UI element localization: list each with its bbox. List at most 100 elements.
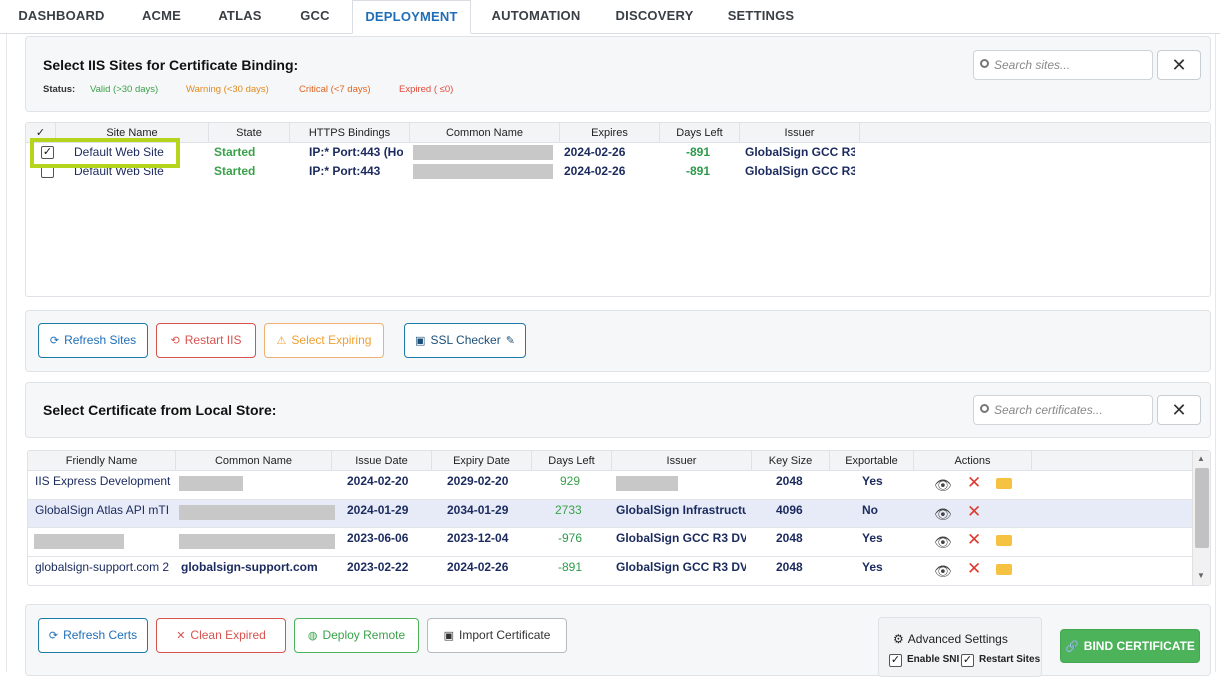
refresh-certs-button[interactable]: ⟳ Refresh Certs: [38, 618, 148, 653]
scroll-down-icon[interactable]: ▼: [1197, 571, 1205, 580]
deploy-remote-button[interactable]: ◍ Deploy Remote: [294, 618, 419, 653]
clear-certificates-search-button[interactable]: ✕: [1157, 395, 1201, 425]
view-icon[interactable]: 👁: [934, 478, 952, 492]
certificates-table: Friendly Name Common Name Issue Date Exp…: [27, 450, 1211, 586]
deployment-content: Select IIS Sites for Certificate Binding…: [6, 34, 1216, 677]
cert-expiry-date: 2029-02-20: [447, 474, 509, 488]
certificates-table-header: Friendly Name Common Name Issue Date Exp…: [28, 451, 1192, 471]
advanced-settings-box: ⚙ Advanced Settings ✓ Enable SNI ✓ Restar…: [878, 617, 1042, 677]
sites-table-header: ✓ Site Name State HTTPS Bindings Common …: [26, 123, 1210, 143]
status-warning: Warning (<30 days): [186, 84, 269, 95]
cert-friendly-name: GlobalSign Atlas API mTI: [35, 503, 170, 517]
col-key-size[interactable]: Key Size: [752, 451, 830, 471]
col-expires[interactable]: Expires: [560, 123, 660, 143]
status-expired: Expired ( ≤0): [399, 84, 454, 95]
certificate-icon: ▣: [415, 335, 426, 347]
view-icon[interactable]: 👁: [934, 507, 952, 521]
ssl-checker-button[interactable]: ▣ SSL Checker ✎: [404, 323, 526, 358]
scroll-up-icon[interactable]: ▲: [1197, 454, 1205, 463]
col-https-bindings[interactable]: HTTPS Bindings: [290, 123, 410, 143]
view-icon[interactable]: 👁: [934, 535, 952, 549]
cert-days-left: -976: [558, 531, 583, 545]
tab-discovery[interactable]: DISCOVERY: [601, 0, 708, 34]
highlight-box: [30, 138, 180, 168]
cert-exportable: Yes: [862, 474, 883, 488]
col-common-name[interactable]: Common Name: [176, 451, 332, 471]
vertical-scrollbar[interactable]: ▲ ▼: [1192, 451, 1210, 585]
sites-header-panel: Select IIS Sites for Certificate Binding…: [25, 36, 1211, 112]
redacted-friendly-name: [34, 534, 124, 549]
view-icon[interactable]: 👁: [934, 564, 952, 578]
folder-icon[interactable]: [996, 535, 1012, 546]
col-actions[interactable]: Actions: [914, 451, 1032, 471]
status-label: Status:: [43, 84, 76, 95]
refresh-sites-button[interactable]: ⟳ Refresh Sites: [38, 323, 148, 358]
site-expires: 2024-02-26: [564, 164, 626, 178]
site-issuer: GlobalSign GCC R3 I: [745, 145, 855, 159]
delete-icon[interactable]: ✕: [967, 503, 981, 520]
col-issuer[interactable]: Issuer: [740, 123, 860, 143]
table-row[interactable]: 2023-06-06 2023-12-04 -976 GlobalSign GC…: [28, 528, 1192, 556]
redacted-common-name: [179, 505, 335, 520]
cert-key-size: 2048: [776, 560, 803, 574]
tab-dashboard[interactable]: DASHBOARD: [4, 0, 119, 34]
col-exportable[interactable]: Exportable: [830, 451, 914, 471]
tab-deployment[interactable]: DEPLOYMENT: [352, 0, 471, 34]
col-expiry-date[interactable]: Expiry Date: [432, 451, 532, 471]
cert-issuer: GlobalSign Infrastructu: [616, 503, 746, 517]
delete-icon[interactable]: ✕: [967, 560, 981, 577]
clear-sites-search-button[interactable]: ✕: [1157, 50, 1201, 80]
restart-iis-button[interactable]: ⟲ Restart IIS: [156, 323, 256, 358]
cert-days-left: -891: [558, 560, 583, 574]
col-issuer[interactable]: Issuer: [612, 451, 752, 471]
globe-icon: ◍: [307, 630, 318, 642]
col-issue-date[interactable]: Issue Date: [332, 451, 432, 471]
cert-key-size: 4096: [776, 503, 803, 517]
tab-settings[interactable]: SETTINGS: [708, 0, 814, 34]
delete-icon[interactable]: ✕: [967, 531, 981, 548]
redacted-common-name: [179, 476, 243, 491]
folder-icon[interactable]: [996, 564, 1012, 575]
site-expires: 2024-02-26: [564, 145, 626, 159]
redacted-issuer: [616, 476, 678, 491]
tab-gcc[interactable]: GCC: [276, 0, 354, 34]
cert-expiry-date: 2023-12-04: [447, 531, 509, 545]
col-state[interactable]: State: [209, 123, 290, 143]
import-icon: ▣: [443, 630, 455, 642]
col-days-left[interactable]: Days Left: [532, 451, 612, 471]
table-row[interactable]: ✓ Default Web Site Started IP:* Port:443…: [26, 143, 1210, 162]
redacted-common-name: [413, 145, 553, 160]
restart-sites-label: Restart Sites: [979, 654, 1041, 665]
warning-icon: ⚠: [276, 335, 287, 347]
col-common-name[interactable]: Common Name: [410, 123, 560, 143]
restart-sites-checkbox[interactable]: ✓: [961, 654, 974, 667]
table-row[interactable]: IIS Express Development 2024-02-20 2029-…: [28, 471, 1192, 499]
cert-expiry-date: 2034-01-29: [447, 503, 509, 517]
delete-icon[interactable]: ✕: [967, 474, 981, 491]
cert-issue-date: 2023-02-22: [347, 560, 409, 574]
search-sites-input[interactable]: Search sites...: [973, 50, 1153, 80]
tab-bar: DASHBOARD ACME ATLAS GCC DEPLOYMENT AUTO…: [0, 0, 1220, 34]
sites-table: ✓ Site Name State HTTPS Bindings Common …: [25, 122, 1211, 297]
cert-days-left: 2733: [555, 503, 582, 517]
table-row[interactable]: globalsign-support.com 2 globalsign-supp…: [28, 557, 1192, 585]
tab-automation[interactable]: AUTOMATION: [471, 0, 601, 34]
site-issuer: GlobalSign GCC R3 I: [745, 164, 855, 178]
folder-icon[interactable]: [996, 478, 1012, 489]
bind-certificate-button[interactable]: 🔗 BIND CERTIFICATE: [1060, 629, 1200, 663]
certs-header-panel: Select Certificate from Local Store: Sea…: [25, 382, 1211, 438]
table-row-selected[interactable]: GlobalSign Atlas API mTI 2024-01-29 2034…: [28, 500, 1192, 527]
scrollbar-thumb[interactable]: [1195, 468, 1209, 548]
search-certificates-input[interactable]: Search certificates...: [973, 395, 1153, 425]
table-row[interactable]: Default Web Site Started IP:* Port:443 2…: [26, 162, 1210, 181]
redacted-common-name: [413, 164, 553, 179]
site-days-left: -891: [686, 164, 711, 178]
clean-expired-button[interactable]: ✕ Clean Expired: [156, 618, 286, 653]
tab-acme[interactable]: ACME: [119, 0, 204, 34]
import-certificate-button[interactable]: ▣ Import Certificate: [427, 618, 567, 653]
col-days-left[interactable]: Days Left: [660, 123, 740, 143]
tab-atlas[interactable]: ATLAS: [204, 0, 276, 34]
enable-sni-checkbox[interactable]: ✓: [889, 654, 902, 667]
select-expiring-button[interactable]: ⚠ Select Expiring: [264, 323, 384, 358]
col-friendly-name[interactable]: Friendly Name: [28, 451, 176, 471]
